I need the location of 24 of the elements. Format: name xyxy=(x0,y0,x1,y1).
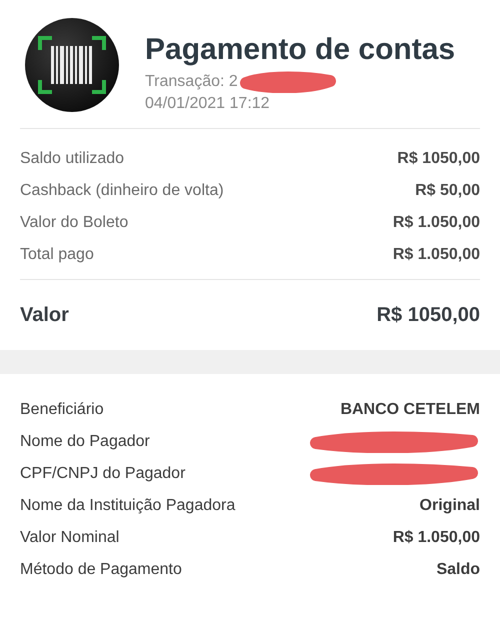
field-value: BANCO CETELEM xyxy=(340,401,480,419)
field-value: R$ 1.050,00 xyxy=(392,529,480,547)
field-value: R$ 50,00 xyxy=(415,182,480,200)
field-label: Cashback (dinheiro de volta) xyxy=(20,182,224,200)
transaction-id: Transação: 2 xyxy=(145,72,238,92)
field-label: Saldo utilizado xyxy=(20,150,124,168)
field-value: R$ 1.050,00 xyxy=(392,214,480,232)
field-value: Saldo xyxy=(436,561,480,579)
barcode-icon xyxy=(25,18,119,112)
total-value: R$ 1050,00 xyxy=(376,304,480,326)
page-title: Pagamento de contas xyxy=(145,32,456,66)
field-value: R$ 1.050,00 xyxy=(392,246,480,264)
field-label: Total pago xyxy=(20,246,94,264)
field-label: Nome do Pagador xyxy=(20,433,150,451)
field-value: Original xyxy=(420,497,480,515)
field-label: CPF/CNPJ do Pagador xyxy=(20,465,186,483)
field-label: Nome da Instituição Pagadora xyxy=(20,497,236,515)
field-label: Beneficiário xyxy=(20,401,104,419)
total-label: Valor xyxy=(20,304,69,326)
transaction-datetime: 04/01/2021 17:12 xyxy=(145,94,271,114)
field-label: Método de Pagamento xyxy=(20,561,182,579)
field-label: Valor Nominal xyxy=(20,529,120,547)
field-value: R$ 1050,00 xyxy=(397,150,480,168)
field-label: Valor do Boleto xyxy=(20,214,128,232)
